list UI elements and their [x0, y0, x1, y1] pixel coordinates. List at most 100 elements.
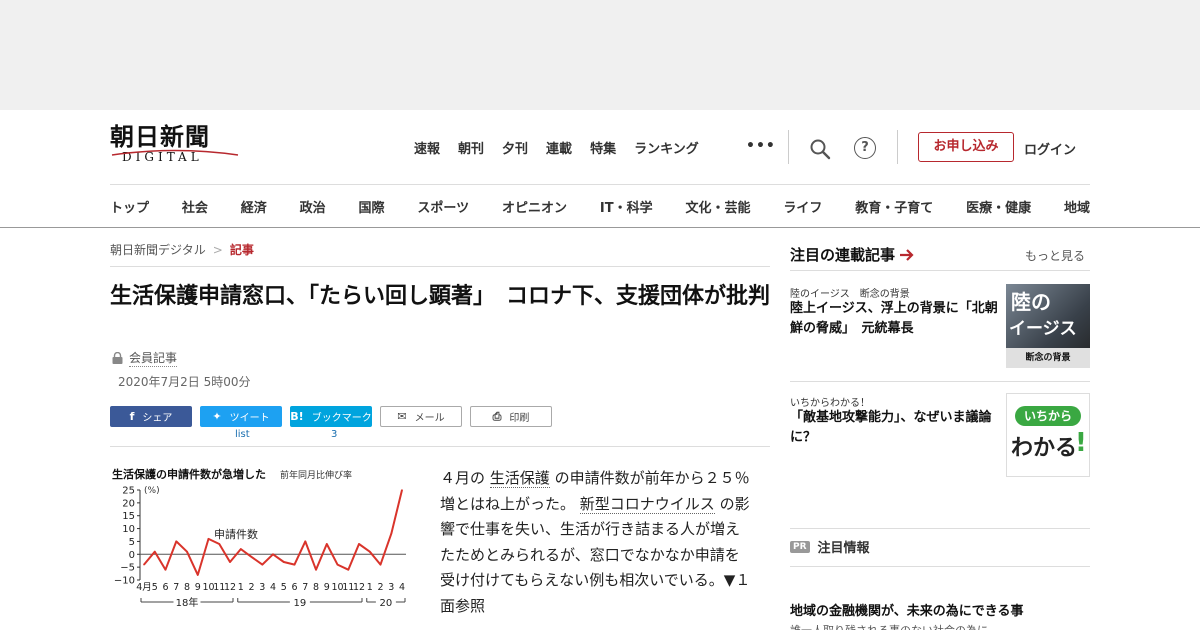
series-tag[interactable]: 陸のイージス 断念の背景: [790, 285, 910, 300]
pr-article-subtitle[interactable]: 誰一人取り残される事のない社会の為に: [790, 622, 988, 630]
twitter-icon: ✦: [212, 410, 222, 423]
chart-point: [250, 556, 253, 558]
chart-point: [379, 563, 382, 566]
top-nav-item[interactable]: ランキング: [634, 138, 699, 158]
pr-article-title[interactable]: 地域の金融機関が、未来の為にできる事: [790, 600, 1023, 619]
facebook-icon: f: [129, 410, 135, 423]
chart-point: [143, 563, 145, 566]
article-title: 生活保護申請窓口、「たらい回し顕著」 コロナ下、支援団体が批判: [110, 284, 771, 309]
chart-series-line: [143, 489, 403, 576]
chart-x-tick-label: 12: [224, 582, 236, 593]
article-body: ４月の 生活保護 の申請件数が前年から２５％増とはね上がった。 新型コロナウイル…: [440, 466, 752, 619]
twitter-count-link[interactable]: list: [235, 429, 250, 440]
breadcrumb: 朝日新聞デジタル > 記事: [110, 241, 254, 258]
see-more-link[interactable]: もっと見る: [1025, 247, 1085, 264]
top-nav-item[interactable]: 速報: [414, 138, 440, 158]
chart-y-tick-label: −5: [120, 563, 135, 574]
keyword-link[interactable]: 新型コロナウイルス: [579, 494, 715, 514]
category-tab[interactable]: トップ: [110, 197, 149, 216]
article-text: ４月の: [440, 469, 490, 487]
search-icon[interactable]: [808, 137, 832, 161]
chart-point: [347, 568, 350, 571]
chart-x-tick-label: 2: [248, 582, 254, 593]
chart-x-tick-label: 3: [259, 582, 265, 593]
help-icon[interactable]: ?: [854, 137, 876, 159]
top-nav-item[interactable]: 連載: [546, 138, 572, 158]
subscribe-button[interactable]: お申し込み: [918, 132, 1014, 162]
hatena-bookmark-button[interactable]: B! ブックマーク: [290, 406, 372, 427]
series-tag[interactable]: いちからわかる！: [790, 394, 870, 409]
breadcrumb-separator: >: [212, 243, 223, 257]
category-nav: トップ 社会 経済 政治 国際 スポーツ オピニオン IT・科学 文化・芸能 ラ…: [110, 197, 1090, 216]
mail-share-label: メール: [414, 413, 445, 424]
series-article-title[interactable]: 「敵基地攻撃能力」、なぜいま議論に？: [790, 408, 1000, 448]
hatena-count[interactable]: 3: [331, 429, 337, 440]
chart-year-label: 19: [294, 598, 307, 609]
site-header: 朝日新聞 DIGITAL 速報 朝刊 夕刊 連載 特集 ランキング ••• ? …: [0, 110, 1200, 228]
divider: [790, 270, 1090, 271]
category-tab[interactable]: IT・科学: [600, 197, 653, 216]
chart-point: [164, 568, 167, 571]
top-nav-item[interactable]: 特集: [590, 138, 616, 158]
mail-icon: ✉: [397, 410, 407, 423]
chart-point: [315, 568, 317, 571]
category-tab[interactable]: 医療・健康: [966, 197, 1031, 216]
twitter-share-button[interactable]: ✦ ツイート: [200, 406, 282, 427]
print-button[interactable]: ⎙ 印刷: [470, 406, 552, 427]
chart-point: [175, 540, 178, 543]
chart-x-tick-label: 8: [184, 582, 190, 593]
category-tab[interactable]: スポーツ: [417, 197, 469, 216]
category-tab[interactable]: 国際: [359, 197, 385, 216]
chart-x-tick-label: 9: [195, 582, 201, 593]
series-thumbnail[interactable]: いちから わかる !: [1006, 393, 1090, 477]
chart-point: [207, 538, 210, 540]
category-tab[interactable]: 教育・子育て: [855, 197, 933, 216]
divider: [110, 446, 770, 447]
chart-point: [196, 574, 199, 576]
chart-point: [368, 550, 371, 553]
ad-banner-area: [0, 0, 1200, 110]
chart-x-tick-label: 4月: [136, 582, 152, 593]
chart-x-tick-label: 6: [162, 582, 168, 593]
chart-point: [218, 543, 221, 545]
chart-point: [390, 532, 393, 535]
more-menu-icon[interactable]: •••: [746, 138, 776, 154]
member-article-badge: 会員記事: [112, 349, 178, 367]
chart-point: [186, 550, 188, 553]
top-nav-item[interactable]: 夕刊: [502, 138, 528, 158]
lock-icon: [112, 352, 123, 364]
series-thumbnail[interactable]: 陸の イージス 断念の背景: [1006, 284, 1090, 368]
chart-point: [229, 561, 231, 563]
featured-series-heading[interactable]: 注目の連載記事: [790, 244, 915, 265]
site-logo[interactable]: 朝日新聞 DIGITAL: [110, 124, 245, 170]
chart-point: [239, 548, 242, 550]
category-tab[interactable]: 地域: [1064, 197, 1090, 216]
category-tab[interactable]: 政治: [300, 197, 326, 216]
divider: [790, 381, 1090, 382]
chart-x-tick-label: 4: [399, 582, 405, 593]
category-tab[interactable]: 文化・芸能: [685, 197, 750, 216]
header-divider: [897, 130, 898, 164]
mail-share-button[interactable]: ✉ メール: [380, 406, 462, 427]
category-tab[interactable]: 社会: [182, 197, 208, 216]
pr-section-heading: PR 注目情報: [790, 537, 870, 556]
chart-x-tick-label: 1: [367, 582, 373, 593]
login-link[interactable]: ログイン: [1024, 139, 1076, 158]
breadcrumb-home[interactable]: 朝日新聞デジタル: [110, 243, 206, 257]
chart-x-tick-label: 7: [173, 582, 179, 593]
thumbnail-text: イージス: [1009, 319, 1077, 339]
category-tab[interactable]: オピニオン: [502, 197, 567, 216]
member-article-label[interactable]: 会員記事: [129, 349, 178, 367]
chart-y-tick-label: 10: [122, 524, 135, 535]
top-nav-item[interactable]: 朝刊: [458, 138, 484, 158]
keyword-link[interactable]: 生活保護: [489, 469, 550, 488]
chart-year-label: 20: [380, 598, 393, 609]
print-icon: ⎙: [492, 409, 502, 423]
category-tab[interactable]: 経済: [241, 197, 267, 216]
chart-y-tick-label: 0: [129, 550, 135, 561]
category-tab[interactable]: ライフ: [783, 197, 822, 216]
series-article-title[interactable]: 陸上イージス、浮上の背景に「北朝鮮の脅威」 元統幕長: [790, 299, 1000, 339]
chart-x-tick-label: 7: [302, 582, 308, 593]
breadcrumb-current[interactable]: 記事: [230, 243, 254, 257]
facebook-share-button[interactable]: f シェア: [110, 406, 192, 427]
